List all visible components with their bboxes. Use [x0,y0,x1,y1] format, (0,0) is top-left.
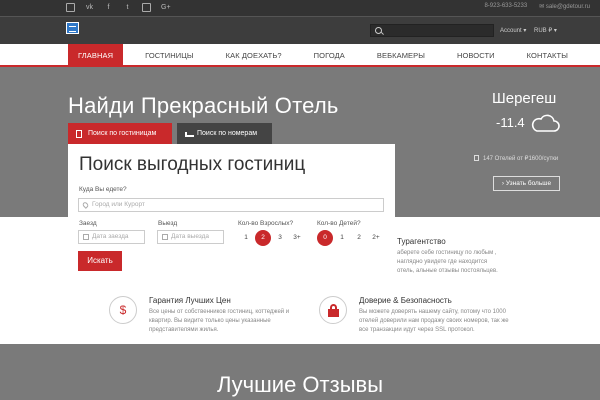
checkin-placeholder: Дата заезда [92,233,129,240]
children-option[interactable]: 1 [334,230,350,246]
google-plus-icon[interactable]: G+ [161,3,171,12]
map-pin-icon [81,201,90,209]
children-option-selected[interactable]: 0 [317,230,333,246]
building-icon [474,155,479,161]
dollar-icon: $ [119,303,127,317]
adults-label: Кол-во Взрослых? [238,220,294,227]
reviews-section: Лучшие Отзывы [0,344,600,400]
children-label: Кол-во Детей? [317,220,361,227]
contacts: 8-923-633-5233 ✉ sale@gdetour.ru [484,3,590,10]
nav-item-webcams[interactable]: Вебкамеры [367,44,435,67]
destination-label: Куда Вы едете? [79,186,127,193]
bed-icon [185,132,194,137]
adults-option[interactable]: 1 [238,230,254,246]
account-menu[interactable]: Account ▾ [500,27,526,34]
adults-option[interactable]: 3 [272,230,288,246]
currency-menu[interactable]: RUB ₽ ▾ [534,27,557,34]
destination-placeholder: Город или Курорт [92,201,145,208]
hotels-info-text: 147 Отелей от ₽1600/сутки [483,156,559,162]
nav-item-news[interactable]: Новости [447,44,505,67]
tab-room-search-label: Поиск по номерам [197,130,258,137]
search-button[interactable]: Искать [78,251,122,271]
cloud-icon [531,114,560,132]
feature-price-title: Гарантия Лучших Цен [149,296,231,305]
nav-item-directions[interactable]: Как доехать? [216,44,292,67]
search-icon[interactable] [375,27,382,34]
twitter-icon[interactable]: t [123,3,132,12]
destination-input[interactable]: Город или Курорт [78,198,384,212]
instagram-icon[interactable] [142,3,151,12]
search-form: Поиск выгодных гостиниц Куда Вы едете? Г… [68,144,395,274]
learn-more-label: Узнать больше [505,180,552,187]
hero-title: Найди Прекрасный Отель [68,93,339,118]
agency-text: аберете себе гостиницу по любым , нагляд… [397,250,498,274]
nav-item-weather[interactable]: Погода [304,44,355,67]
social-links: vk f t G+ [66,3,180,12]
feature-price-text: Все цены от собственников гостиниц, котт… [149,309,290,333]
main-nav: Главная Гостиницы Как доехать? Погода Ве… [0,44,600,67]
email-text[interactable]: ✉ sale@gdetour.ru [539,3,590,10]
agency-title: Турагентство [397,237,446,246]
children-option[interactable]: 2 [351,230,367,246]
tab-hotel-search-label: Поиск по гостиницам [88,130,157,137]
children-selector: 0 1 2 2+ [317,230,385,246]
hotel-icon [76,130,82,138]
learn-more-button[interactable]: › Узнать больше [493,176,560,191]
tab-room-search[interactable]: Поиск по номерам [177,123,272,145]
checkout-input[interactable]: Дата выезда [157,230,224,244]
search-input[interactable] [370,24,494,37]
checkin-label: Заезд [79,220,97,227]
adults-option-selected[interactable]: 2 [255,230,271,246]
facebook-icon[interactable]: f [104,3,113,12]
checkout-label: Выезд [158,220,178,227]
nav-item-hotels[interactable]: Гостиницы [135,44,204,67]
feature-trust-title: Доверие & Безопасность [359,296,452,305]
weather-city: Шерегеш [492,90,557,107]
hotels-info: 147 Отелей от ₽1600/сутки [474,155,558,162]
currency-label: RUB ₽ [534,28,553,34]
email-value: sale@gdetour.ru [545,4,590,10]
phone-text[interactable]: 8-923-633-5233 [484,3,527,10]
adults-selector: 1 2 3 3+ [238,230,306,246]
checkout-placeholder: Дата выезда [171,233,210,240]
feature-price-icon-wrap: $ [109,296,137,324]
feature-trust-text: Вы можете доверять нашему сайту, потому … [359,309,509,333]
calendar-icon [83,234,89,240]
reviews-title: Лучшие Отзывы [216,372,384,397]
search-form-title: Поиск выгодных гостиниц [79,154,306,175]
feature-trust-icon-wrap [319,296,347,324]
nav-item-home[interactable]: Главная [68,44,124,67]
rss-icon[interactable] [66,3,75,12]
weather-temperature: -11.4 [496,115,525,130]
top-bar: vk f t G+ 8-923-633-5233 ✉ sale@gdetour.… [0,0,600,16]
children-option[interactable]: 2+ [368,230,384,246]
calendar-icon [162,234,168,240]
logo[interactable] [66,22,79,34]
tab-hotel-search[interactable]: Поиск по гостиницам [68,123,172,145]
header: Account ▾ RUB ₽ ▾ [0,16,600,44]
vk-icon[interactable]: vk [85,3,94,12]
checkin-input[interactable]: Дата заезда [78,230,145,244]
nav-item-contacts[interactable]: Контакты [517,44,578,67]
adults-option[interactable]: 3+ [289,230,305,246]
account-label: Account [500,28,522,34]
